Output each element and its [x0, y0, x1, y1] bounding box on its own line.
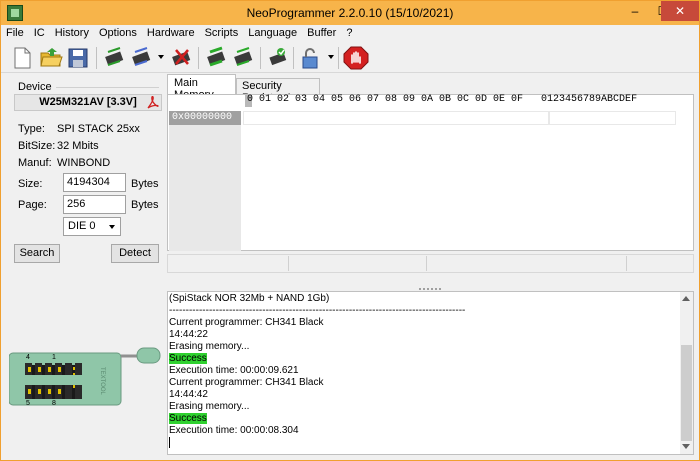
pin-4-label: 4 [26, 354, 30, 361]
device-group-line [56, 87, 159, 88]
stop-icon[interactable] [343, 46, 369, 70]
size-input[interactable]: 4194304 [63, 173, 126, 192]
menu-hardware[interactable]: Hardware [142, 25, 200, 41]
log-line: Current programmer: CH341 Black [169, 317, 324, 328]
log-line: Erasing memory... [169, 341, 250, 352]
status-divider [288, 256, 289, 271]
log-line-wrapper: Success [169, 353, 679, 365]
minimize-button[interactable]: – [621, 1, 649, 21]
log-line: (SpiStack NOR 32Mb + NAND 1Gb) [169, 293, 330, 304]
page-label: Page: [18, 199, 47, 211]
log-line: Current programmer: CH341 Black [169, 377, 324, 388]
die-select-value: DIE 0 [68, 220, 96, 232]
log-line-wrapper: Success [169, 413, 679, 425]
tab-security-register-1[interactable]: Security Register 1 [236, 78, 320, 104]
menu-help[interactable]: ? [341, 25, 357, 41]
manuf-value: WINBOND [57, 157, 111, 169]
menu-ic[interactable]: IC [29, 25, 50, 41]
device-group-label: Device [18, 81, 52, 93]
menu-bar: File IC History Options Hardware Scripts Langu… [1, 25, 699, 43]
hex-data-row[interactable] [243, 111, 549, 125]
toolbar-separator [338, 47, 339, 69]
blank-check-icon[interactable] [230, 46, 256, 70]
success-badge: Success [169, 353, 207, 364]
detect-button[interactable]: Detect [111, 244, 159, 263]
socket-brand-label: TEXTOOL [99, 367, 105, 396]
bitsize-label: BitSize: [18, 140, 56, 152]
status-divider [626, 256, 627, 271]
log-text: (SpiStack NOR 32Mb + NAND 1Gb) ----------… [169, 293, 679, 448]
verify-chip-icon[interactable] [203, 46, 229, 70]
device-name: W25M321AV [3.3V] [14, 94, 162, 111]
lock-icon[interactable] [298, 46, 324, 70]
toolbar-separator [293, 47, 294, 69]
bitsize-value: 32 Mbits [57, 140, 99, 152]
chip-socket-diagram: 4 1 5 8 TEXTOOL [9, 347, 161, 407]
new-file-icon[interactable] [9, 46, 35, 70]
erase-chip-icon[interactable] [168, 46, 194, 70]
die-select[interactable]: DIE 0 [63, 217, 121, 236]
pin-5-label: 5 [26, 400, 30, 407]
main-window: NeoProgrammer 2.2.0.10 (15/10/2021) – ☐ … [0, 0, 700, 461]
log-line: 14:44:42 [169, 389, 208, 400]
log-line: Execution time: 00:00:08.304 [169, 425, 299, 436]
scroll-down-icon[interactable] [682, 444, 690, 449]
log-line: 14:44:22 [169, 329, 208, 340]
menu-scripts[interactable]: Scripts [200, 25, 244, 41]
hex-address-column [169, 125, 241, 251]
open-folder-icon[interactable] [38, 46, 64, 70]
close-button[interactable]: ✕ [661, 1, 699, 21]
page-unit: Bytes [131, 199, 159, 211]
tab-main-memory[interactable]: Main Memory [167, 74, 236, 101]
title-bar[interactable]: NeoProgrammer 2.2.0.10 (15/10/2021) – ☐ … [1, 1, 699, 25]
search-button[interactable]: Search [14, 244, 60, 263]
type-value: SPI STACK 25xx [57, 123, 140, 135]
size-unit: Bytes [131, 178, 159, 190]
menu-file[interactable]: File [1, 25, 29, 41]
pdf-datasheet-icon[interactable] [147, 96, 159, 109]
menu-language[interactable]: Language [243, 25, 302, 41]
toolbar-separator [96, 47, 97, 69]
toolbar-separator [198, 47, 199, 69]
scrollbar-thumb[interactable] [681, 345, 692, 441]
window-title: NeoProgrammer 2.2.0.10 (15/10/2021) [246, 6, 454, 20]
page-input[interactable]: 256 [63, 195, 126, 214]
auto-icon[interactable] [264, 46, 290, 70]
splitter-grip-icon [419, 288, 441, 290]
hex-ascii-row[interactable] [549, 111, 676, 125]
log-line: Execution time: 00:00:09.621 [169, 365, 299, 376]
chevron-down-icon [109, 225, 115, 229]
toolbar [1, 43, 699, 73]
text-caret [169, 437, 170, 448]
save-icon[interactable] [65, 46, 91, 70]
write-dropdown-caret[interactable] [158, 55, 164, 59]
menu-history[interactable]: History [50, 25, 94, 41]
lock-dropdown-caret[interactable] [328, 55, 334, 59]
log-line: Erasing memory... [169, 401, 250, 412]
pin-1-label: 1 [52, 354, 56, 361]
manuf-label: Manuf: [18, 157, 52, 169]
log-line: ----------------------------------------… [169, 305, 465, 316]
success-badge: Success [169, 413, 207, 424]
log-scrollbar[interactable] [680, 292, 693, 454]
menu-buffer[interactable]: Buffer [302, 25, 341, 41]
read-chip-icon[interactable] [101, 46, 127, 70]
hex-column-header: 0 01 02 03 04 05 06 07 08 09 0A 0B 0C 0D… [247, 94, 638, 105]
write-chip-icon[interactable] [128, 46, 154, 70]
size-label: Size: [18, 178, 43, 190]
status-bar [167, 254, 694, 273]
pin-8-label: 8 [52, 400, 56, 407]
toolbar-separator [260, 47, 261, 69]
scroll-up-icon[interactable] [682, 296, 690, 301]
type-label: Type: [18, 123, 45, 135]
menu-options[interactable]: Options [94, 25, 142, 41]
status-divider [426, 256, 427, 271]
hex-address: 0x00000000 [169, 111, 241, 125]
